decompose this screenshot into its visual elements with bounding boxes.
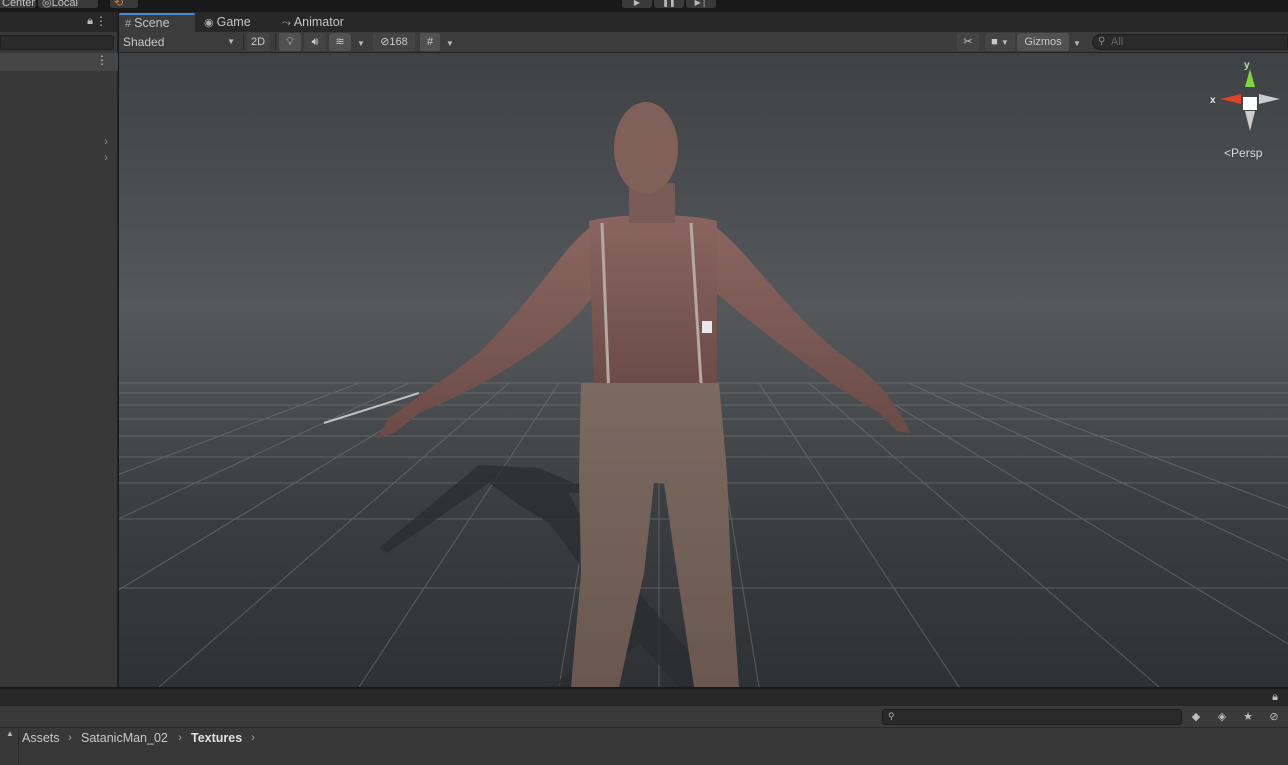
scene-window: # Scene ◉ Game ⤳ Animator Shaded ▼ 2D 💡︎ 🔊︎… — [119, 12, 1288, 687]
dropdown-arrow-icon: ▼ — [227, 37, 235, 46]
pivot-space-label: Local — [51, 0, 78, 8]
gizmos-button[interactable]: Gizmos — [1017, 33, 1069, 51]
animator-icon: ⤳ — [282, 17, 291, 29]
filter-type-icon: ◆ — [1191, 711, 1201, 723]
pause-button[interactable]: ❚❚ — [654, 0, 684, 8]
tab-animator-label: Animator — [293, 15, 344, 29]
breadcrumb: Assets › SatanicMan_02 › Textures › — [0, 729, 1288, 749]
lock-icon[interactable]: 🔒︎ — [87, 15, 93, 28]
pause-icon: ❚❚ — [662, 0, 676, 7]
breadcrumb-textures[interactable]: Textures — [191, 731, 242, 745]
lighting-toggle-button[interactable]: 💡︎ — [279, 33, 301, 51]
scene-tab-bar: # Scene ◉ Game ⤳ Animator — [119, 12, 1288, 32]
separator — [243, 34, 244, 50]
draw-mode-value: Shaded — [123, 35, 165, 49]
tab-animator[interactable]: ⤳ Animator — [276, 13, 366, 32]
scene-search-placeholder: All — [1111, 36, 1124, 48]
speaker-icon: 🔊︎ — [311, 36, 319, 48]
gizmo-x-label: x — [1210, 95, 1216, 106]
collab-button[interactable]: ⟲ — [110, 0, 138, 8]
projection-label: Persp — [1231, 146, 1263, 160]
play-icon: ▶ — [633, 0, 641, 7]
favorites-button[interactable]: ★ — [1238, 709, 1258, 725]
camera-button[interactable]: ■ ▼ — [985, 33, 1015, 51]
play-button[interactable]: ▶ — [622, 0, 652, 8]
lightbulb-icon: 💡︎ — [286, 36, 294, 48]
lock-icon[interactable]: 🔒︎ — [1272, 691, 1278, 704]
separator — [275, 34, 276, 50]
chevron-right-icon: › — [68, 730, 72, 744]
chevron-right-icon: › — [178, 730, 182, 744]
gamepad-icon: ◉ — [204, 17, 214, 29]
project-tab-bar: 🔒︎ — [0, 689, 1288, 706]
tab-game-label: Game — [216, 15, 251, 29]
gizmos-label: Gizmos — [1024, 36, 1062, 48]
search-icon: ⚲ — [1098, 36, 1106, 47]
hidden-objects-button[interactable]: ⊘168 — [373, 33, 415, 51]
chevron-left-icon: < — [1224, 146, 1232, 160]
project-search-input[interactable]: ⚲ — [882, 709, 1182, 725]
tab-scene-label: Scene — [134, 16, 170, 30]
camera-icon: ■ — [991, 36, 998, 48]
gizmo-y-label: y — [1244, 60, 1250, 71]
tab-scene[interactable]: # Scene — [119, 13, 195, 32]
chevron-right-icon[interactable]: › — [104, 134, 108, 148]
hierarchy-panel: 🔒︎ ⋮ ⋮ › › — [0, 12, 118, 687]
gizmos-dropdown[interactable]: ▼ — [1073, 32, 1083, 52]
step-icon: ▶❘ — [694, 0, 708, 7]
dropdown-arrow-icon: ▼ — [446, 39, 454, 48]
grid-toggle-button[interactable]: # — [420, 33, 440, 51]
scene-camera-icon[interactable] — [702, 321, 712, 333]
draw-mode-dropdown[interactable]: Shaded ▼ — [123, 32, 239, 52]
grid-dropdown[interactable]: ▼ — [446, 32, 456, 52]
kebab-menu-icon[interactable]: ⋮ — [96, 53, 108, 67]
audio-toggle-button[interactable]: 🔊︎ — [304, 33, 326, 51]
tools-button[interactable]: ✂ — [957, 33, 979, 51]
grid-icon: # — [426, 36, 434, 48]
pivot-mode-label: Center — [2, 0, 36, 8]
effects-dropdown[interactable]: ▼ — [357, 32, 367, 52]
hierarchy-search-input[interactable] — [0, 35, 114, 50]
breadcrumb-assets[interactable]: Assets — [22, 731, 60, 745]
local-icon: ◎ — [42, 0, 52, 8]
effects-toggle-button[interactable]: ≋ — [329, 33, 351, 51]
filter-by-label-button[interactable]: ◈ — [1212, 709, 1232, 725]
2d-toggle-button[interactable]: 2D — [247, 33, 269, 51]
top-toolbar: Center ◎Local ⟲ ▶ ❚❚ ▶❘ — [0, 0, 1288, 12]
scene-viewport[interactable]: y x <Persp — [119, 53, 1288, 687]
scene-search-input[interactable]: ⚲ All — [1092, 34, 1288, 50]
tab-game[interactable]: ◉ Game — [198, 13, 270, 32]
scene-render — [119, 69, 1288, 687]
projection-toggle[interactable]: <Persp — [1224, 146, 1262, 160]
hierarchy-tab-bar: 🔒︎ ⋮ — [0, 12, 117, 32]
search-icon: ⚲ — [888, 711, 895, 721]
breadcrumb-satanicman[interactable]: SatanicMan_02 — [81, 731, 168, 745]
dropdown-arrow-icon: ▼ — [1073, 39, 1081, 48]
2d-label: 2D — [250, 36, 266, 48]
dropdown-arrow-icon: ▼ — [357, 39, 365, 48]
project-panel: 🔒︎ ⚲ ◆ ◈ ★ ⊘ ▲ Assets › SatanicMan_02 › … — [0, 689, 1288, 765]
layers-icon: ≋ — [335, 36, 345, 48]
eye-hidden-icon: ⊘ — [1269, 711, 1279, 723]
grid-icon: # — [125, 18, 132, 30]
orientation-gizmo[interactable] — [1220, 69, 1280, 131]
pivot-mode-button[interactable]: Center — [0, 0, 36, 8]
project-toolbar: ⚲ ◆ ◈ ★ ⊘ — [0, 706, 1288, 728]
pivot-space-button[interactable]: ◎Local — [38, 0, 98, 8]
step-button[interactable]: ▶❘ — [686, 0, 716, 8]
hierarchy-scene-header[interactable]: ⋮ — [0, 53, 118, 71]
tag-icon: ◈ — [1217, 711, 1227, 723]
chevron-right-icon: › — [251, 730, 255, 744]
hidden-count: 168 — [389, 36, 408, 48]
scene-toolbar: Shaded ▼ 2D 💡︎ 🔊︎ ≋ ▼ ⊘168 # ▼ ✂ ■ ▼ Giz… — [119, 32, 1288, 53]
hidden-packages-button[interactable]: ⊘ — [1264, 709, 1284, 725]
filter-by-type-button[interactable]: ◆ — [1186, 709, 1206, 725]
kebab-menu-icon[interactable]: ⋮ — [95, 14, 107, 28]
chevron-right-icon[interactable]: › — [104, 150, 108, 164]
tools-icon: ✂ — [963, 36, 973, 48]
dropdown-arrow-icon: ▼ — [1000, 38, 1009, 47]
star-icon: ★ — [1243, 711, 1253, 723]
